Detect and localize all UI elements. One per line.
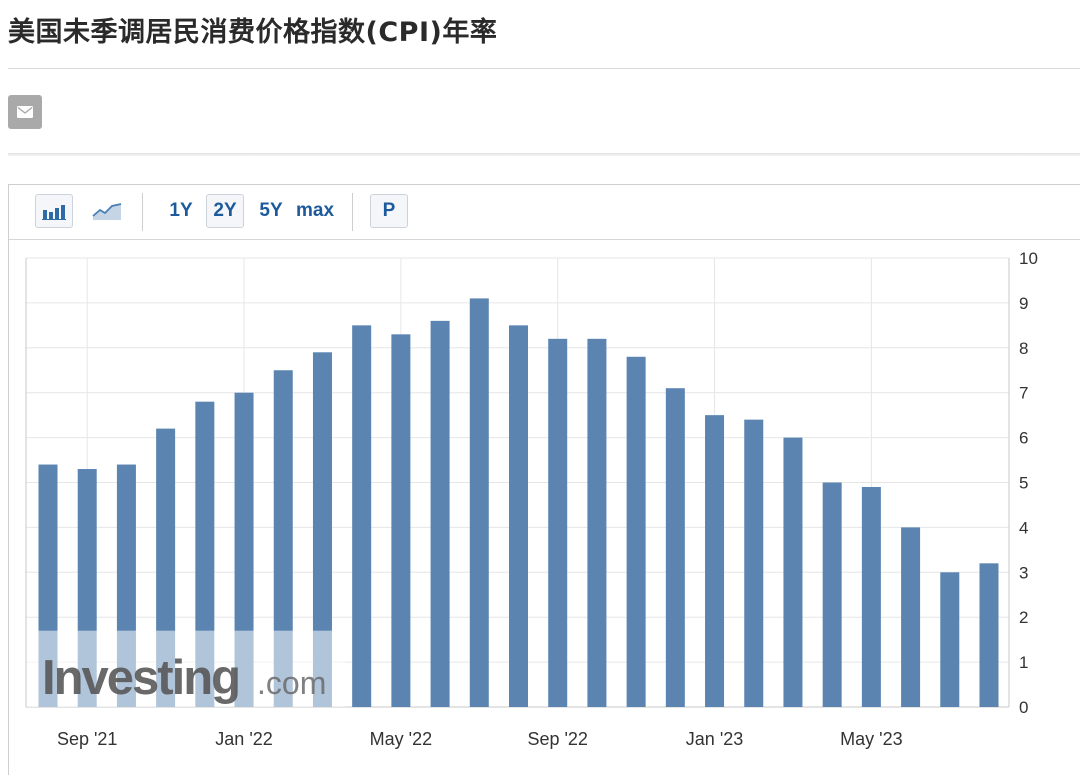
bar [940,572,960,707]
mail-icon [17,106,33,118]
y-tick-label: 5 [1019,474,1028,493]
y-tick-label: 6 [1019,429,1028,448]
watermark-logo: Investing [42,651,239,705]
x-tick-label: May '23 [840,729,902,749]
bar [665,388,685,707]
bar [705,415,725,707]
bar [391,334,411,707]
bar [901,527,921,707]
x-tick-label: May '22 [370,729,432,749]
bar [587,338,607,707]
y-tick-label: 2 [1019,608,1028,627]
bar [783,437,803,707]
bar [548,338,568,707]
page-title: 美国未季调居民消费价格指数(CPI)年率 [8,17,498,48]
section-divider [8,153,1080,156]
y-tick-label: 4 [1019,518,1028,537]
x-tick-label: Jan '23 [686,729,743,749]
x-tick-label: Jan '22 [215,729,272,749]
y-tick-label: 10 [1019,249,1038,268]
y-tick-label: 3 [1019,563,1028,582]
watermark-logo-suffix: .com [257,665,326,701]
y-tick-label: 1 [1019,653,1028,672]
bar [744,419,764,707]
y-tick-label: 0 [1019,698,1028,717]
title-divider [8,68,1080,69]
bar [861,486,881,707]
bar [626,356,646,707]
y-tick-label: 7 [1019,384,1028,403]
x-tick-label: Sep '21 [57,729,118,749]
chart-panel: 1Y 2Y 5Y max P 0 1 2 3 4 5 6 7 8 9 10 Sep '21 Jan '2… [8,184,1080,775]
email-share-button[interactable] [8,95,42,129]
x-tick-label: Sep '22 [527,729,588,749]
bar [469,298,489,707]
bar [430,320,450,707]
bar [822,482,842,707]
bar [509,325,528,707]
y-tick-label: 8 [1019,339,1028,358]
y-tick-label: 9 [1019,294,1028,313]
bar [352,325,372,707]
cpi-bar-chart: 0 1 2 3 4 5 6 7 8 9 10 Sep '21 Jan '22 May '22 Sep '22… [25,249,1038,749]
bar [979,563,999,707]
